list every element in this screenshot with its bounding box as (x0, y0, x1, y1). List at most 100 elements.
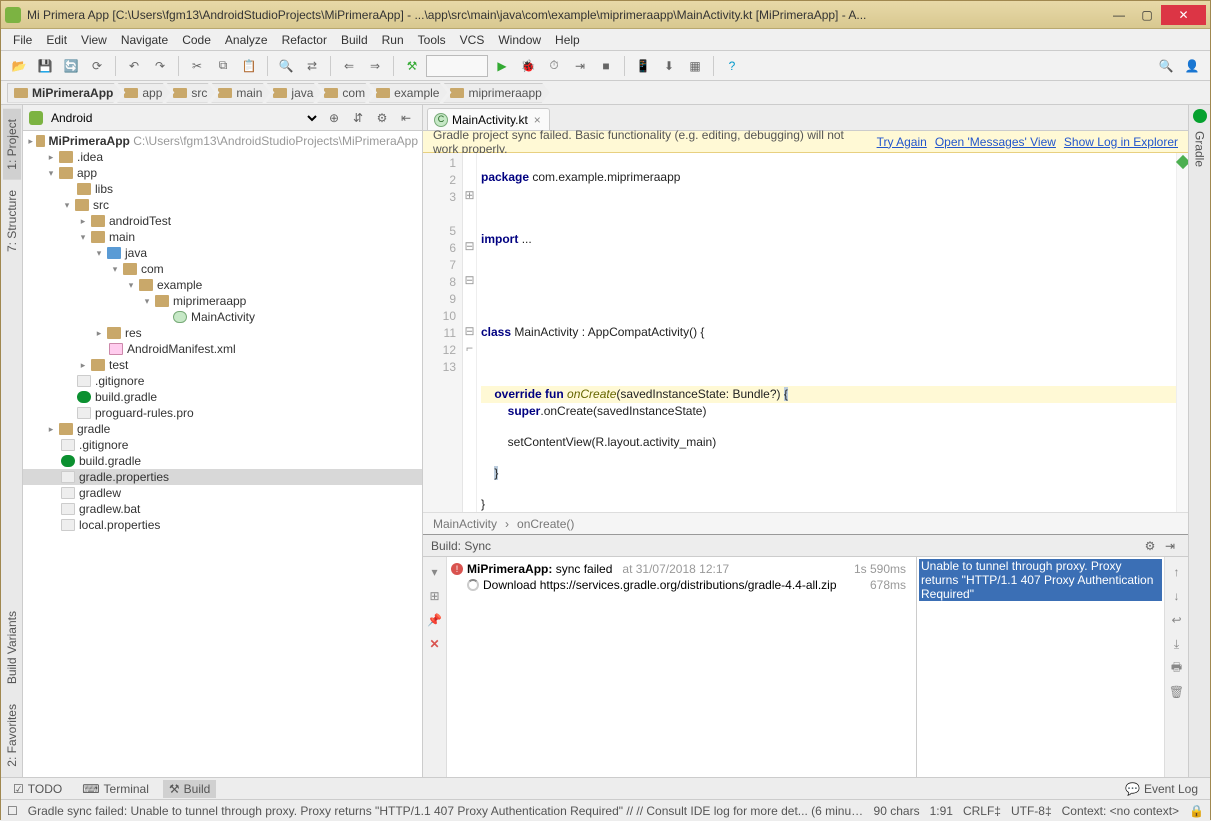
stop-icon[interactable]: ■ (594, 54, 618, 78)
crumb-root[interactable]: MiPrimeraApp (7, 83, 121, 103)
menu-vcs[interactable]: VCS (454, 31, 491, 49)
crumb-pkg[interactable]: miprimeraapp (443, 83, 549, 103)
crumb-example[interactable]: example (369, 83, 447, 103)
try-again-link[interactable]: Try Again (877, 135, 927, 149)
tree-manifest[interactable]: AndroidManifest.xml (23, 341, 422, 357)
layout-icon[interactable]: ▦ (683, 54, 707, 78)
tree-proguard[interactable]: proguard-rules.pro (23, 405, 422, 421)
hide-icon[interactable]: ⇤ (396, 108, 416, 128)
menu-tools[interactable]: Tools (412, 31, 452, 49)
tab-eventlog[interactable]: 💬Event Log (1119, 780, 1204, 798)
tree-src[interactable]: ▾src (23, 197, 422, 213)
avatar-icon[interactable]: 👤 (1180, 54, 1204, 78)
wrap-icon[interactable]: ↩ (1168, 611, 1186, 629)
tab-terminal[interactable]: ⌨Terminal (76, 780, 155, 798)
run-config-combo[interactable] (426, 55, 488, 77)
find-icon[interactable]: 🔍 (274, 54, 298, 78)
menu-run[interactable]: Run (376, 31, 410, 49)
menu-window[interactable]: Window (492, 31, 547, 49)
tree-res[interactable]: ▸res (23, 325, 422, 341)
menu-navigate[interactable]: Navigate (115, 31, 174, 49)
tab-favorites[interactable]: 2: Favorites (3, 694, 21, 777)
avd-icon[interactable]: 📱 (631, 54, 655, 78)
forward-icon[interactable]: ⇒ (363, 54, 387, 78)
tree-libs[interactable]: libs (23, 181, 422, 197)
menu-file[interactable]: File (7, 31, 38, 49)
tree-gradlew[interactable]: gradlew (23, 485, 422, 501)
help-icon[interactable]: ? (720, 54, 744, 78)
back-icon[interactable]: ⇐ (337, 54, 361, 78)
search-everywhere-icon[interactable]: 🔍 (1154, 54, 1178, 78)
build-hide-icon[interactable]: ⇥ (1160, 539, 1180, 553)
menu-help[interactable]: Help (549, 31, 586, 49)
close-tab-icon[interactable]: × (532, 113, 543, 127)
fold-gutter[interactable]: ⊞⊟⊟⊟⌐ (463, 153, 477, 512)
filter-icon[interactable]: ▾ (426, 563, 444, 581)
tree-com[interactable]: ▾com (23, 261, 422, 277)
download-row[interactable]: Download https://services.gradle.org/dis… (451, 577, 912, 593)
open-messages-link[interactable]: Open 'Messages' View (935, 135, 1056, 149)
up-icon[interactable]: ↑ (1168, 563, 1186, 581)
tree-gitignore2[interactable]: .gitignore (23, 437, 422, 453)
sync-failed-row[interactable]: ! MiPrimeraApp: sync failed at 31/07/201… (451, 561, 912, 577)
crumb-src[interactable]: src (166, 83, 215, 103)
tree-localprops[interactable]: local.properties (23, 517, 422, 533)
replace-icon[interactable]: ⇄ (300, 54, 324, 78)
tree-root[interactable]: ▸MiPrimeraApp C:\Users\fgm13\AndroidStud… (23, 133, 422, 149)
build-console[interactable]: Unable to tunnel through proxy. Proxy re… (917, 557, 1164, 777)
cut-icon[interactable]: ✂ (185, 54, 209, 78)
tree-java[interactable]: ▾java (23, 245, 422, 261)
attach-icon[interactable]: ⇥ (568, 54, 592, 78)
debug-icon[interactable]: 🐞 (516, 54, 540, 78)
scroll-icon[interactable]: ⤓ (1168, 635, 1186, 653)
sdk-icon[interactable]: ⬇ (657, 54, 681, 78)
menu-refactor[interactable]: Refactor (276, 31, 333, 49)
tree-buildgradle2[interactable]: build.gradle (23, 453, 422, 469)
tree-gitignore[interactable]: .gitignore (23, 373, 422, 389)
open-icon[interactable]: 📂 (7, 54, 31, 78)
collapse-icon[interactable]: ⇵ (348, 108, 368, 128)
crumb-app[interactable]: app (117, 83, 170, 103)
error-stripe[interactable] (1176, 153, 1188, 512)
build-icon[interactable]: ⚒ (400, 54, 424, 78)
tree-buildgradle[interactable]: build.gradle (23, 389, 422, 405)
status-eol[interactable]: CRLF‡ (963, 804, 1001, 818)
tree-test[interactable]: ▸test (23, 357, 422, 373)
minimize-button[interactable]: — (1105, 5, 1133, 25)
menu-analyze[interactable]: Analyze (219, 31, 274, 49)
expand-icon[interactable]: ⊞ (426, 587, 444, 605)
trash-icon[interactable]: 🗑 (1168, 683, 1186, 701)
tab-todo[interactable]: ☑TODO (7, 780, 68, 798)
tab-build[interactable]: ⚒Build (163, 780, 216, 798)
tree-example[interactable]: ▾example (23, 277, 422, 293)
tree-main[interactable]: ▾main (23, 229, 422, 245)
project-tree[interactable]: ▸MiPrimeraApp C:\Users\fgm13\AndroidStud… (23, 131, 422, 777)
undo-icon[interactable]: ↶ (122, 54, 146, 78)
tab-gradle[interactable]: Gradle (1191, 123, 1209, 175)
status-encoding[interactable]: UTF-8‡ (1011, 804, 1052, 818)
status-context[interactable]: Context: <no context> (1062, 804, 1179, 818)
close-button[interactable]: ✕ (1161, 5, 1206, 25)
project-view-select[interactable]: Android (47, 110, 320, 126)
tab-project[interactable]: 1: Project (3, 109, 21, 180)
crumb-com[interactable]: com (317, 83, 373, 103)
tree-gradleprops[interactable]: gradle.properties (23, 469, 422, 485)
tab-structure[interactable]: 7: Structure (3, 180, 21, 262)
paste-icon[interactable]: 📋 (237, 54, 261, 78)
pin-icon[interactable]: 📌 (426, 611, 444, 629)
crumb-method[interactable]: onCreate() (517, 517, 574, 531)
copy-icon[interactable]: ⧉ (211, 54, 235, 78)
stop-build-icon[interactable]: ✕ (426, 635, 444, 653)
refresh-icon[interactable]: ⟳ (85, 54, 109, 78)
lock-icon[interactable]: 🔒 (1189, 804, 1204, 818)
down-icon[interactable]: ↓ (1168, 587, 1186, 605)
print-icon[interactable]: 🖶 (1168, 659, 1186, 677)
crumb-main[interactable]: main (211, 83, 270, 103)
tree-app[interactable]: ▾app (23, 165, 422, 181)
sync-icon[interactable]: 🔄 (59, 54, 83, 78)
status-pos[interactable]: 1:91 (930, 804, 953, 818)
profile-icon[interactable]: ⏱ (542, 54, 566, 78)
maximize-button[interactable]: ▢ (1133, 5, 1161, 25)
save-icon[interactable]: 💾 (33, 54, 57, 78)
show-log-link[interactable]: Show Log in Explorer (1064, 135, 1178, 149)
